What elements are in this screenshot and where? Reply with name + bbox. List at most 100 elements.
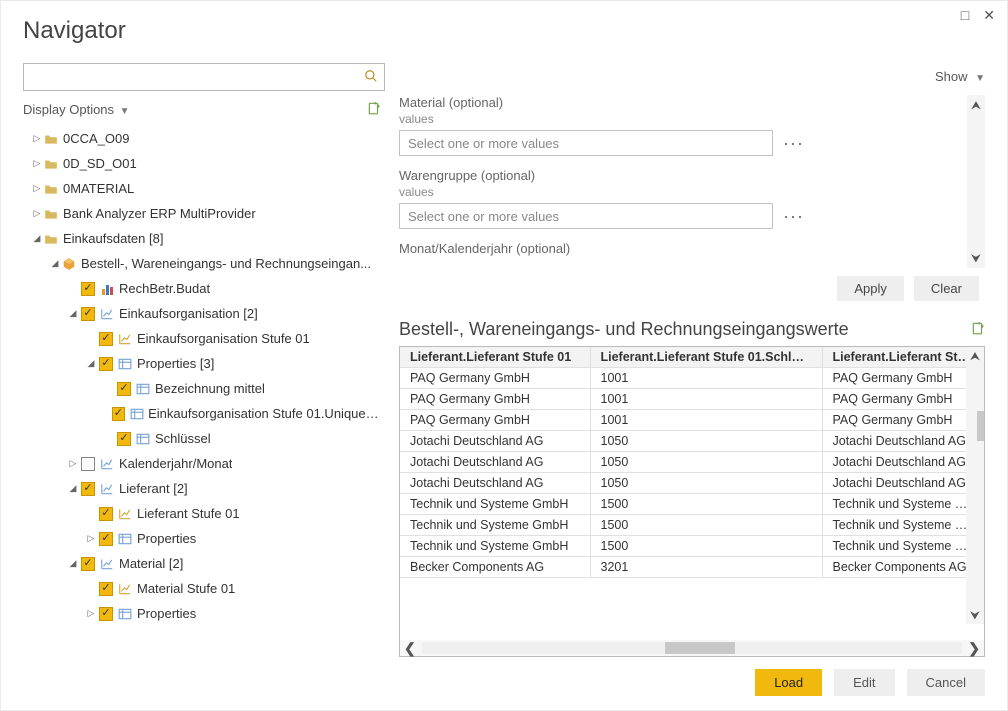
checkbox[interactable]: ✓ — [99, 332, 113, 346]
tree-item[interactable]: ▷Bank Analyzer ERP MultiProvider — [23, 201, 379, 226]
column-header[interactable]: Lieferant.Lieferant Stufe 01 — [400, 347, 590, 368]
chevron-right-icon[interactable]: ▷ — [31, 133, 43, 144]
table-row[interactable]: Jotachi Deutschland AG1050Jotachi Deutsc… — [400, 431, 984, 452]
apply-button[interactable]: Apply — [837, 276, 904, 301]
cancel-button[interactable]: Cancel — [907, 669, 985, 696]
table-row[interactable]: Technik und Systeme GmbH1500Technik und … — [400, 515, 984, 536]
tree-item-label: Lieferant [2] — [119, 481, 188, 496]
display-options-dropdown[interactable]: Display Options ▼ — [23, 102, 130, 117]
column-header[interactable]: Lieferant.Lieferant Stufe 01. — [822, 347, 984, 368]
chevron-right-icon[interactable]: ▷ — [67, 458, 79, 469]
filters-scrollbar[interactable]: ⮝ ⮟ — [967, 95, 985, 268]
search-icon[interactable] — [364, 69, 378, 86]
tree-item[interactable]: ✓ Lieferant Stufe 01 — [23, 501, 379, 526]
navigator-tree[interactable]: ▷0CCA_O09▷0D_SD_O01▷0MATERIAL▷Bank Analy… — [23, 126, 385, 696]
filter-input[interactable]: Select one or more values — [399, 130, 773, 156]
checkbox[interactable]: ✓ — [81, 557, 95, 571]
chevron-right-icon[interactable]: ▷ — [31, 158, 43, 169]
tree-item[interactable]: ✓Bezeichnung mittel — [23, 376, 379, 401]
table-cell: Jotachi Deutschland AG — [400, 452, 590, 473]
tree-item[interactable]: ◢✓ Lieferant [2] — [23, 476, 379, 501]
load-button[interactable]: Load — [755, 669, 822, 696]
page-title: Navigator — [23, 17, 985, 45]
table-row[interactable]: PAQ Germany GmbH1001PAQ Germany GmbH — [400, 410, 984, 431]
filter-input[interactable]: Select one or more values — [399, 203, 773, 229]
search-field[interactable] — [30, 70, 364, 85]
preview-hscrollbar[interactable]: ❮ ❯ — [400, 640, 984, 656]
scroll-down-icon[interactable]: ⮟ — [970, 606, 980, 624]
table-cell: 1500 — [590, 536, 822, 557]
tree-item[interactable]: ✓Einkaufsorganisation Stufe 01.UniqueNa.… — [23, 401, 379, 426]
chevron-down-icon[interactable]: ◢ — [85, 358, 97, 369]
preview-refresh-icon[interactable] — [971, 321, 985, 338]
checkbox[interactable]: ✓ — [99, 507, 113, 521]
checkbox[interactable]: ✓ — [99, 532, 113, 546]
tree-item[interactable]: ▷Kalenderjahr/Monat — [23, 451, 379, 476]
tree-item[interactable]: ◢ Bestell-, Wareneingangs- und Rechnungse… — [23, 251, 379, 276]
tree-item[interactable]: ▷✓Properties — [23, 526, 379, 551]
chevron-down-icon[interactable]: ◢ — [67, 483, 79, 494]
checkbox[interactable]: ✓ — [99, 607, 113, 621]
tree-item-label: Lieferant Stufe 01 — [137, 506, 240, 521]
column-header[interactable]: Lieferant.Lieferant Stufe 01.Schlüssel — [590, 347, 822, 368]
scroll-down-icon[interactable]: ⮟ — [971, 248, 981, 268]
table-icon — [135, 431, 151, 447]
preview-vscrollbar[interactable]: ⮝ ⮟ — [966, 347, 984, 624]
tree-item[interactable]: ◢✓Einkaufsorganisation [2] — [23, 301, 379, 326]
tree-item[interactable]: ✓Material Stufe 01 — [23, 576, 379, 601]
tree-item[interactable]: ▷0MATERIAL — [23, 176, 379, 201]
search-input[interactable] — [23, 63, 385, 91]
tree-item-label: Einkaufsorganisation Stufe 01 — [137, 331, 310, 346]
scroll-right-icon[interactable]: ❯ — [968, 640, 980, 657]
chevron-down-icon[interactable]: ◢ — [49, 258, 61, 269]
checkbox[interactable]: ✓ — [81, 482, 95, 496]
tree-item[interactable]: ✓RechBetr.Budat — [23, 276, 379, 301]
tree-item-label: Einkaufsdaten [8] — [63, 231, 163, 246]
more-icon[interactable]: ··· — [783, 139, 804, 148]
table-row[interactable]: Becker Components AG3201Becker Component… — [400, 557, 984, 578]
table-row[interactable]: PAQ Germany GmbH1001PAQ Germany GmbH — [400, 368, 984, 389]
checkbox[interactable]: ✓ — [81, 307, 95, 321]
tree-item[interactable]: ▷0CCA_O09 — [23, 126, 379, 151]
tree-item[interactable]: ✓ Einkaufsorganisation Stufe 01 — [23, 326, 379, 351]
edit-button[interactable]: Edit — [834, 669, 894, 696]
more-icon[interactable]: ··· — [783, 212, 804, 221]
tree-item[interactable]: ▷✓Properties — [23, 601, 379, 626]
refresh-icon[interactable] — [367, 101, 381, 118]
checkbox[interactable]: ✓ — [99, 357, 113, 371]
filters-panel: Material (optional)values Select one or … — [399, 95, 985, 268]
filter-label: Material (optional) — [399, 95, 961, 110]
tree-item-label: Bestell-, Wareneingangs- und Rechnungsei… — [81, 256, 371, 271]
tree-item[interactable]: ◢✓Material [2] — [23, 551, 379, 576]
tree-item[interactable]: ✓Schlüssel — [23, 426, 379, 451]
scroll-thumb[interactable] — [977, 411, 984, 441]
scroll-up-icon[interactable]: ⮝ — [970, 347, 980, 365]
checkbox[interactable] — [81, 457, 95, 471]
chevron-right-icon[interactable]: ▷ — [31, 183, 43, 194]
show-dropdown[interactable]: Show ▼ — [935, 69, 985, 84]
checkbox[interactable]: ✓ — [112, 407, 125, 421]
checkbox[interactable]: ✓ — [81, 282, 95, 296]
chevron-down-icon[interactable]: ◢ — [31, 233, 43, 244]
chevron-right-icon[interactable]: ▷ — [85, 533, 97, 544]
clear-button[interactable]: Clear — [914, 276, 979, 301]
tree-item[interactable]: ◢✓Properties [3] — [23, 351, 379, 376]
table-row[interactable]: Jotachi Deutschland AG1050Jotachi Deutsc… — [400, 473, 984, 494]
table-row[interactable]: Technik und Systeme GmbH1500Technik und … — [400, 536, 984, 557]
scroll-up-icon[interactable]: ⮝ — [971, 95, 981, 115]
checkbox[interactable]: ✓ — [117, 382, 131, 396]
chevron-down-icon[interactable]: ◢ — [67, 308, 79, 319]
tree-item[interactable]: ▷0D_SD_O01 — [23, 151, 379, 176]
table-row[interactable]: Jotachi Deutschland AG1050Jotachi Deutsc… — [400, 452, 984, 473]
chevron-right-icon[interactable]: ▷ — [85, 608, 97, 619]
table-row[interactable]: PAQ Germany GmbH1001PAQ Germany GmbH — [400, 389, 984, 410]
scroll-left-icon[interactable]: ❮ — [404, 640, 416, 657]
tree-item[interactable]: ◢ Einkaufsdaten [8] — [23, 226, 379, 251]
chevron-right-icon[interactable]: ▷ — [31, 208, 43, 219]
checkbox[interactable]: ✓ — [99, 582, 113, 596]
scroll-thumb[interactable] — [665, 642, 735, 654]
chevron-down-icon[interactable]: ◢ — [67, 558, 79, 569]
table-row[interactable]: Technik und Systeme GmbH1500Technik und … — [400, 494, 984, 515]
close-icon[interactable]: ✕ — [983, 7, 995, 27]
checkbox[interactable]: ✓ — [117, 432, 131, 446]
